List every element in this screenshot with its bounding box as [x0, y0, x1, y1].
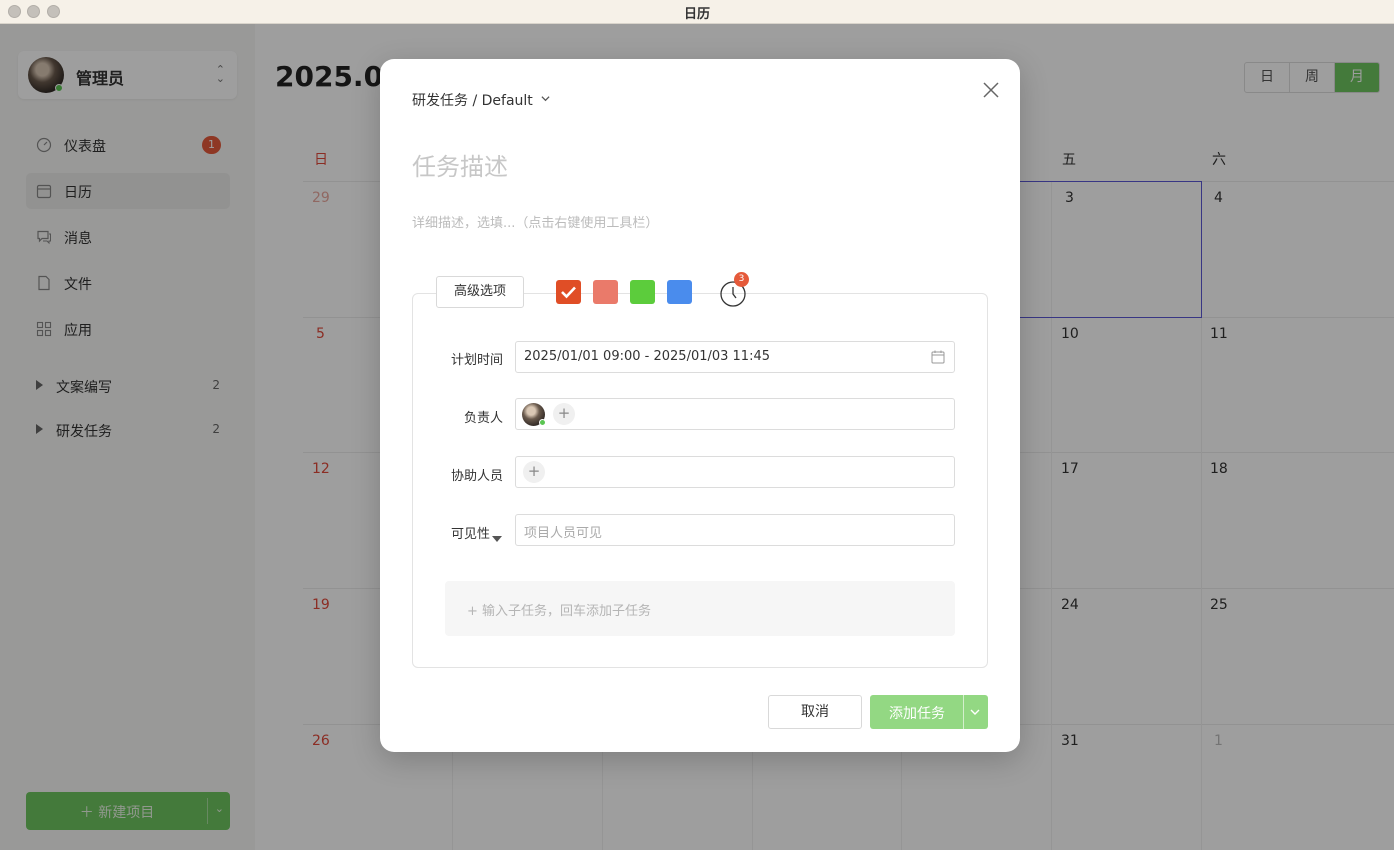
project-breadcrumb[interactable]: 研发任务 / Default — [412, 90, 533, 110]
plan-time-field[interactable]: 2025/01/01 09:00 - 2025/01/03 11:45 — [515, 341, 955, 373]
color-swatch[interactable] — [593, 280, 618, 304]
color-swatch[interactable] — [667, 280, 692, 304]
cancel-button[interactable]: 取消 — [768, 695, 862, 729]
button-divider — [963, 695, 964, 729]
reminder-badge: 3 — [734, 272, 749, 287]
helpers-field[interactable]: + — [515, 456, 955, 488]
plan-time-value: 2025/01/01 09:00 - 2025/01/03 11:45 — [524, 349, 771, 364]
add-owner-button[interactable]: + — [553, 403, 575, 425]
plan-time-label: 计划时间 — [450, 353, 503, 368]
owner-field[interactable]: + — [515, 398, 955, 430]
visibility-field[interactable]: 项目人员可见 — [515, 514, 955, 546]
add-task-button[interactable]: 添加任务 — [870, 695, 988, 729]
window-title: 日历 — [683, 7, 710, 22]
title-bar: 日历 — [0, 0, 1394, 24]
add-helper-button[interactable]: + — [523, 461, 545, 483]
task-description-input[interactable]: 详细描述，选填...（点击右键使用工具栏） — [412, 212, 658, 231]
color-swatch[interactable] — [630, 280, 655, 304]
close-icon[interactable] — [980, 79, 1002, 101]
calendar-icon — [931, 350, 945, 364]
add-task-label: 添加任务 — [889, 706, 945, 722]
owner-label: 负责人 — [463, 411, 503, 426]
online-status-dot — [539, 419, 546, 426]
task-title-input[interactable]: 任务描述 — [412, 147, 508, 182]
visibility-value: 项目人员可见 — [524, 526, 603, 541]
subtask-input[interactable]: + 输入子任务，回车添加子任务 — [445, 581, 955, 636]
chevron-down-icon[interactable] — [541, 94, 550, 103]
caret-down-icon[interactable] — [492, 536, 502, 542]
check-icon — [561, 286, 576, 299]
chevron-down-icon[interactable] — [970, 708, 980, 716]
helpers-label: 协助人员 — [450, 469, 503, 484]
advanced-options-tab[interactable]: 高级选项 — [436, 276, 524, 308]
add-task-dialog: 研发任务 / Default 任务描述 详细描述，选填...（点击右键使用工具栏… — [380, 59, 1020, 752]
subtask-placeholder: + 输入子任务，回车添加子任务 — [467, 604, 652, 619]
color-swatch-selected[interactable] — [556, 280, 581, 304]
visibility-label[interactable]: 可见性 — [398, 523, 490, 542]
